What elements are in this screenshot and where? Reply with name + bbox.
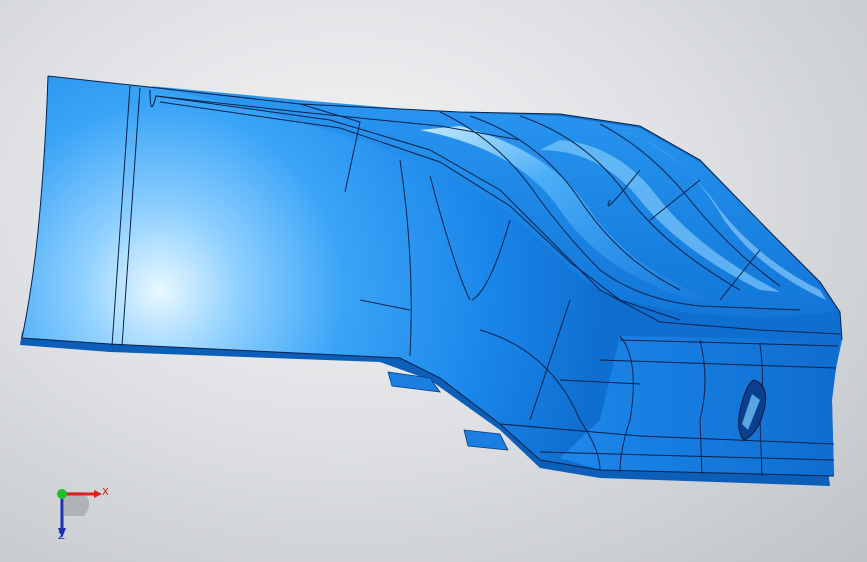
triad-shadow — [64, 492, 89, 516]
x-arrow-icon — [94, 490, 102, 498]
y-axis-dot-icon — [57, 489, 67, 499]
lower-tab-2 — [463, 429, 509, 451]
axis-triad: X Z — [44, 480, 124, 550]
x-axis-label: X — [102, 487, 109, 498]
cad-model[interactable] — [0, 0, 867, 562]
z-axis-label: Z — [58, 531, 65, 542]
3d-viewport[interactable]: X Z — [0, 0, 867, 562]
triad-graphic — [57, 489, 102, 538]
